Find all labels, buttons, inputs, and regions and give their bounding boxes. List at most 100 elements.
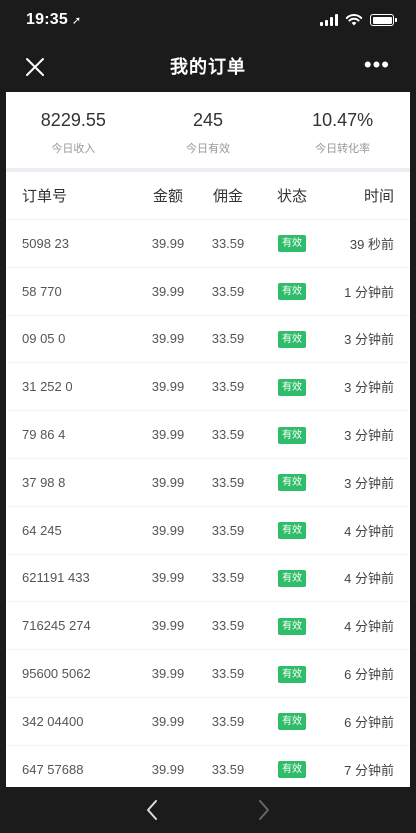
order-amount: 39.99 bbox=[151, 713, 185, 729]
order-commission: 33.59 bbox=[211, 761, 245, 777]
order-commission: 33.59 bbox=[211, 618, 245, 634]
table-row[interactable]: 79 86 4 39.99 33.59 有效 3 分钟前 bbox=[6, 411, 410, 459]
order-number: 647 57688 bbox=[22, 761, 84, 777]
order-number: 716245 274 bbox=[22, 618, 91, 634]
order-time: 7 分钟前 bbox=[344, 762, 394, 778]
bottom-toolbar bbox=[0, 787, 416, 833]
summary-valid-label: 今日有效 bbox=[186, 143, 230, 155]
order-amount: 39.99 bbox=[151, 427, 185, 443]
order-amount: 39.99 bbox=[151, 331, 185, 347]
summary-income: 8229.55 今日收入 bbox=[6, 92, 141, 168]
order-commission: 33.59 bbox=[211, 522, 245, 538]
order-time: 4 分钟前 bbox=[344, 523, 394, 539]
more-icon[interactable]: ••• bbox=[364, 54, 390, 76]
table-row[interactable]: 64 245 39.99 33.59 有效 4 分钟前 bbox=[6, 507, 410, 555]
summary-income-value: 8229.55 bbox=[40, 110, 106, 130]
status-bar: 19:35 ➚ bbox=[0, 0, 416, 40]
summary-panel: 8229.55 今日收入 245 今日有效 10.47% 今日转化率 bbox=[6, 92, 410, 172]
status-badge: 有效 bbox=[278, 522, 306, 540]
table-row[interactable]: 716245 274 39.99 33.59 有效 4 分钟前 bbox=[6, 602, 410, 651]
table-row[interactable]: 647 57688 39.99 33.59 有效 7 分钟前 bbox=[6, 746, 410, 787]
order-number: 64 245 bbox=[22, 522, 62, 538]
location-icon: ➚ bbox=[71, 14, 82, 27]
order-amount: 39.99 bbox=[151, 618, 185, 634]
order-commission: 33.59 bbox=[211, 283, 245, 299]
header-amount: 金额 bbox=[152, 188, 183, 205]
order-status: 有效 bbox=[264, 521, 320, 540]
order-time: 3 分钟前 bbox=[344, 332, 394, 348]
status-indicators bbox=[320, 14, 397, 26]
status-badge: 有效 bbox=[278, 617, 306, 635]
order-status: 有效 bbox=[264, 426, 320, 444]
order-number: 342 04400 bbox=[22, 713, 84, 729]
table-row[interactable]: 5098 23 39.99 33.59 有效 39 秒前 bbox=[6, 220, 410, 268]
order-number: 09 05 0 bbox=[22, 331, 66, 347]
header-commission: 佣金 bbox=[212, 188, 243, 205]
order-amount: 39.99 bbox=[151, 235, 185, 251]
status-badge: 有效 bbox=[278, 761, 306, 779]
battery-icon bbox=[370, 14, 397, 26]
status-badge: 有效 bbox=[278, 235, 306, 253]
table-row[interactable]: 37 98 8 39.99 33.59 有效 3 分钟前 bbox=[6, 459, 410, 507]
status-badge: 有效 bbox=[278, 569, 306, 587]
order-number: 95600 5062 bbox=[22, 666, 91, 682]
header-status: 状态 bbox=[276, 188, 307, 205]
table-row[interactable]: 31 252 0 39.99 33.59 有效 3 分钟前 bbox=[6, 363, 410, 412]
order-amount: 39.99 bbox=[151, 522, 185, 538]
table-row[interactable]: 342 04400 39.99 33.59 有效 6 分钟前 bbox=[6, 698, 410, 746]
order-number: 79 86 4 bbox=[22, 427, 66, 443]
order-commission: 33.59 bbox=[211, 474, 245, 490]
status-time: 19:35 bbox=[26, 11, 68, 28]
order-time: 39 秒前 bbox=[349, 236, 394, 252]
order-status: 有效 bbox=[264, 473, 320, 492]
order-commission: 33.59 bbox=[211, 570, 245, 586]
status-badge: 有效 bbox=[278, 474, 306, 492]
order-amount: 39.99 bbox=[151, 761, 185, 777]
order-amount: 39.99 bbox=[151, 379, 185, 395]
order-status: 有效 bbox=[264, 569, 320, 587]
order-status: 有效 bbox=[264, 282, 320, 301]
wifi-icon bbox=[345, 14, 363, 26]
order-amount: 39.99 bbox=[151, 474, 185, 490]
order-commission: 33.59 bbox=[211, 235, 245, 251]
table-row[interactable]: 95600 5062 39.99 33.59 有效 6 分钟前 bbox=[6, 650, 410, 698]
order-number: 37 98 8 bbox=[22, 474, 66, 490]
status-badge: 有效 bbox=[278, 426, 306, 444]
order-time: 3 分钟前 bbox=[344, 475, 394, 491]
order-list: 5098 23 39.99 33.59 有效 39 秒前 58 770 39.99 33.59… bbox=[6, 220, 410, 787]
chevron-left-icon[interactable] bbox=[143, 798, 163, 822]
nav-bar: 我的订单 ••• bbox=[0, 40, 416, 92]
order-amount: 39.99 bbox=[151, 283, 185, 299]
order-number: 58 770 bbox=[22, 283, 62, 299]
order-commission: 33.59 bbox=[211, 713, 245, 729]
order-time: 6 分钟前 bbox=[344, 667, 394, 683]
status-badge: 有效 bbox=[278, 378, 306, 396]
order-number: 5098 23 bbox=[22, 235, 69, 251]
table-row[interactable]: 621191 433 39.99 33.59 有效 4 分钟前 bbox=[6, 555, 410, 603]
order-time: 1 分钟前 bbox=[344, 284, 394, 300]
order-time: 3 分钟前 bbox=[344, 380, 394, 396]
order-status: 有效 bbox=[264, 330, 320, 348]
order-amount: 39.99 bbox=[151, 570, 185, 586]
order-status: 有效 bbox=[264, 760, 320, 779]
table-row[interactable]: 09 05 0 39.99 33.59 有效 3 分钟前 bbox=[6, 316, 410, 364]
signal-icon bbox=[320, 14, 338, 26]
status-badge: 有效 bbox=[278, 665, 306, 683]
chevron-right-icon[interactable] bbox=[253, 798, 273, 822]
order-commission: 33.59 bbox=[211, 427, 245, 443]
summary-conversion-value: 10.47% bbox=[312, 110, 374, 130]
order-time: 6 分钟前 bbox=[344, 714, 394, 730]
header-time: 时间 bbox=[363, 188, 394, 205]
order-time: 4 分钟前 bbox=[344, 619, 394, 635]
table-row[interactable]: 58 770 39.99 33.59 有效 1 分钟前 bbox=[6, 268, 410, 316]
status-badge: 有效 bbox=[278, 330, 306, 348]
order-time: 3 分钟前 bbox=[344, 428, 394, 444]
close-icon[interactable] bbox=[24, 56, 46, 78]
order-time: 4 分钟前 bbox=[344, 571, 394, 587]
order-commission: 33.59 bbox=[211, 666, 245, 682]
order-status: 有效 bbox=[264, 378, 320, 396]
page-title: 我的订单 bbox=[170, 57, 246, 77]
summary-income-label: 今日收入 bbox=[51, 143, 96, 155]
table-header: 订单号 金额 佣金 状态 时间 bbox=[6, 172, 410, 220]
summary-valid-value: 245 bbox=[192, 110, 224, 130]
